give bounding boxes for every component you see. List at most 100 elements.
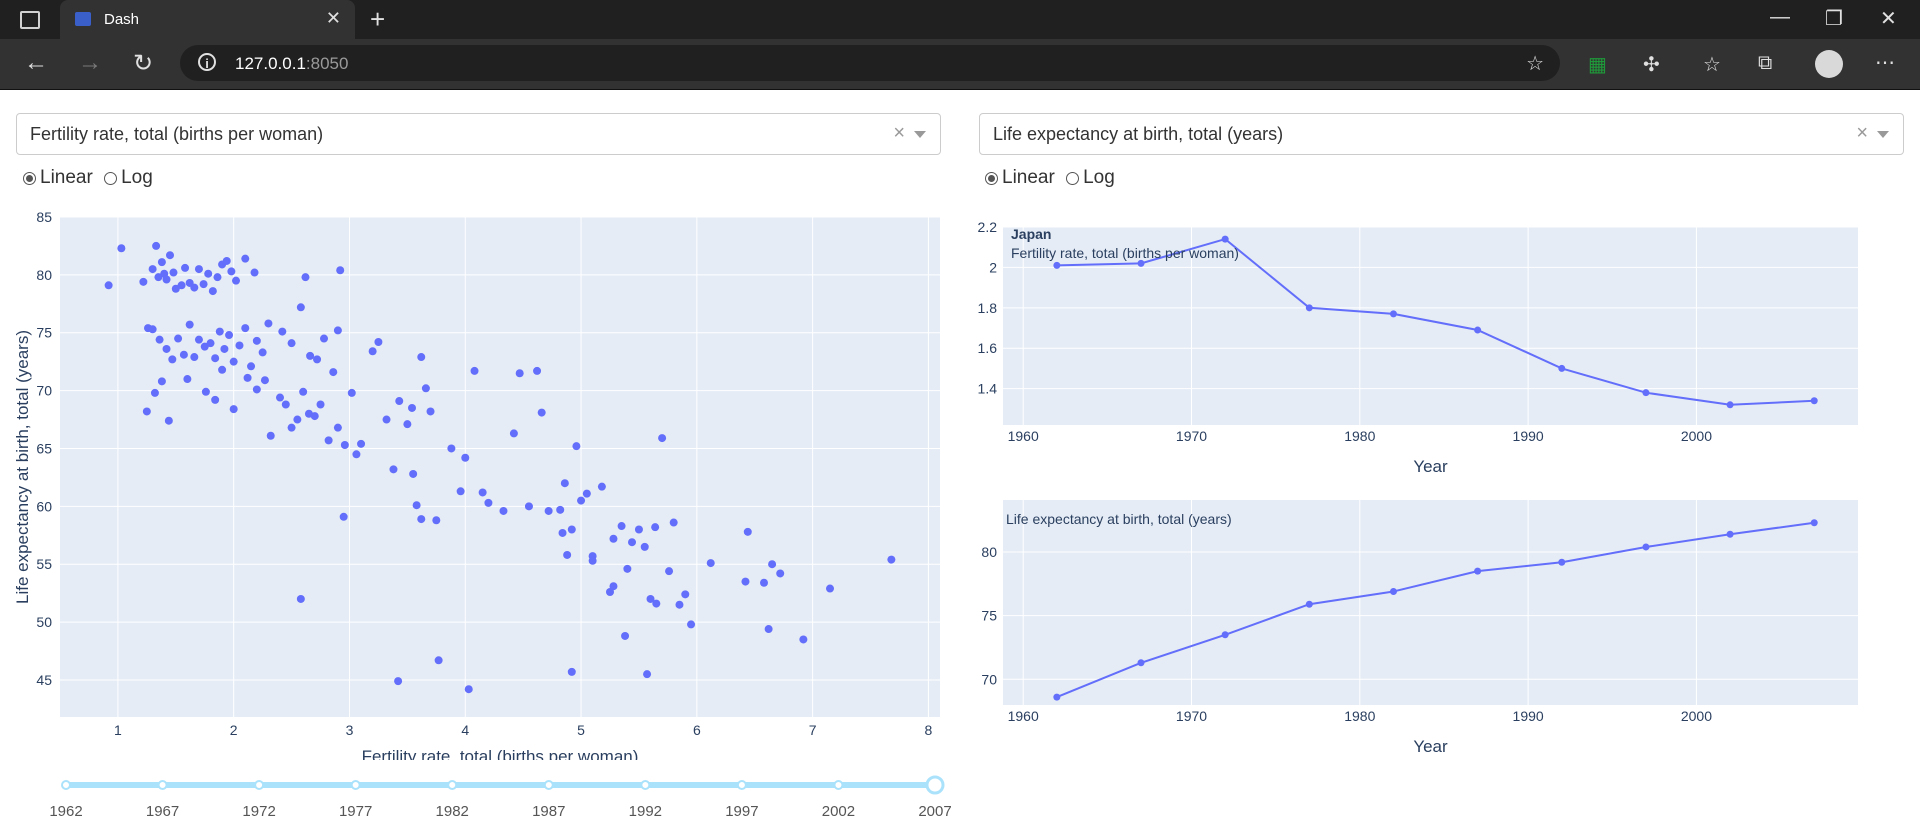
extension-grid-icon[interactable]: ▦ [1588, 52, 1607, 77]
radio-button[interactable] [23, 171, 36, 185]
url-text: 127.0.0.1:8050 [235, 54, 349, 73]
data-point [563, 550, 572, 559]
data-point [310, 412, 319, 421]
year-slider[interactable]: 1962 1967 1972 1977 1982 1987 1992 1997 2002 2007 [40, 772, 960, 827]
data-point [215, 327, 224, 336]
radio-linear[interactable]: Linear [23, 167, 93, 189]
more-icon[interactable]: ⋯ [1875, 50, 1895, 75]
slider-handle[interactable] [925, 775, 945, 795]
yaxis-column-dropdown[interactable]: Life expectancy at birth, total (years) … [979, 113, 1904, 155]
data-point [743, 527, 752, 536]
data-point [597, 482, 606, 491]
back-icon[interactable]: ← [24, 49, 48, 77]
data-point [643, 670, 652, 679]
restore-icon[interactable]: ❐ [1825, 6, 1843, 31]
data-point [1305, 304, 1313, 312]
y-tick-label: 1.4 [978, 381, 998, 397]
y-axis-title: Life expectancy at birth, total (years) [13, 330, 32, 604]
data-point [204, 269, 213, 278]
data-point [764, 625, 773, 634]
data-point [609, 534, 618, 543]
data-point [166, 251, 174, 260]
tab-actions-icon[interactable] [20, 11, 40, 29]
indicator-scatter-chart[interactable]: 1 2 3 4 5 6 7 8455055606570758085Fertility rate… [0, 200, 960, 760]
data-point [250, 268, 259, 277]
data-point [190, 353, 199, 362]
y-tick-label: 75 [981, 608, 997, 624]
new-tab-icon[interactable]: + [370, 4, 385, 35]
data-point [509, 429, 518, 438]
radio-log[interactable]: Log [104, 167, 153, 189]
browser-tab-bar: Dash ✕ + — ❐ ✕ [0, 0, 1920, 39]
data-point [148, 325, 157, 334]
clear-icon[interactable]: × [1856, 122, 1868, 145]
close-tab-icon[interactable]: ✕ [326, 8, 341, 29]
browser-tab[interactable]: Dash ✕ [60, 0, 355, 39]
radio-button[interactable] [1066, 171, 1080, 185]
data-point [316, 400, 325, 409]
data-point [1726, 530, 1734, 538]
data-point [258, 348, 267, 357]
data-point [1810, 519, 1818, 527]
minimize-icon[interactable]: — [1770, 6, 1790, 29]
data-point [623, 564, 632, 573]
data-point [382, 415, 391, 424]
data-point [409, 469, 418, 478]
fertility-timeseries-chart[interactable]: 1960 1970 1980 1990 2000 1.4 1.6 1.8 2 2.2 Japan Fe… [945, 210, 1875, 490]
site-info-icon[interactable]: i [198, 53, 216, 71]
data-point [499, 506, 508, 515]
life-expectancy-timeseries-chart[interactable]: 1960 1970 1980 1990 2000 70 75 80 Life expectanc… [945, 495, 1875, 775]
chevron-down-icon[interactable] [1877, 131, 1889, 138]
data-point [232, 276, 240, 285]
x-tick-label: 4 [461, 722, 469, 738]
radio-log[interactable]: Log [1066, 167, 1115, 189]
add-favorite-icon[interactable]: ☆ [1526, 51, 1544, 76]
data-point [329, 368, 338, 377]
data-point [403, 420, 412, 429]
slider-mark-dot [61, 780, 71, 790]
data-point [665, 567, 674, 576]
data-point [675, 600, 684, 609]
slider-mark-label: 1962 [49, 803, 82, 820]
data-point [301, 273, 310, 282]
x-tick-label: 1990 [1513, 708, 1544, 724]
data-point [333, 423, 342, 432]
y-tick-label: 80 [36, 267, 52, 283]
address-bar[interactable]: i 127.0.0.1:8050 ☆ [180, 45, 1560, 81]
radio-button[interactable] [985, 171, 998, 185]
x-tick-label: 1980 [1344, 708, 1375, 724]
data-point [741, 577, 750, 586]
data-point [168, 355, 177, 364]
refresh-icon[interactable]: ↻ [133, 49, 153, 78]
data-point [320, 334, 328, 343]
y-axis-title: Value [945, 495, 966, 499]
data-point [152, 241, 161, 250]
xaxis-column-dropdown[interactable]: Fertility rate, total (births per woman)… [16, 113, 941, 155]
collections-icon[interactable]: ⧉ [1758, 52, 1772, 75]
data-point [157, 258, 166, 267]
radio-linear[interactable]: Linear [985, 167, 1055, 189]
data-point [266, 431, 275, 440]
forward-icon[interactable]: → [78, 49, 102, 77]
data-point [199, 280, 208, 289]
data-point [164, 416, 173, 425]
y-tick-label: 55 [36, 556, 52, 572]
profile-avatar[interactable] [1815, 50, 1843, 78]
slider-mark-dot [447, 780, 458, 790]
y-tick-label: 60 [36, 498, 52, 514]
y-tick-label: 2 [989, 259, 997, 275]
slider-mark-dot [640, 780, 651, 790]
x-axis-title: Year [1413, 457, 1448, 476]
data-point [313, 355, 322, 364]
chevron-down-icon[interactable] [914, 131, 926, 138]
data-point [169, 268, 178, 277]
radio-button[interactable] [104, 171, 118, 185]
favorites-icon[interactable]: ☆ [1703, 52, 1721, 77]
extensions-icon[interactable]: ✣ [1643, 52, 1660, 77]
window-close-icon[interactable]: ✕ [1880, 6, 1897, 31]
x-tick-label: 2 [230, 722, 238, 738]
data-point [220, 344, 229, 353]
data-point [582, 489, 591, 498]
data-point [179, 350, 188, 359]
clear-icon[interactable]: × [893, 122, 905, 145]
